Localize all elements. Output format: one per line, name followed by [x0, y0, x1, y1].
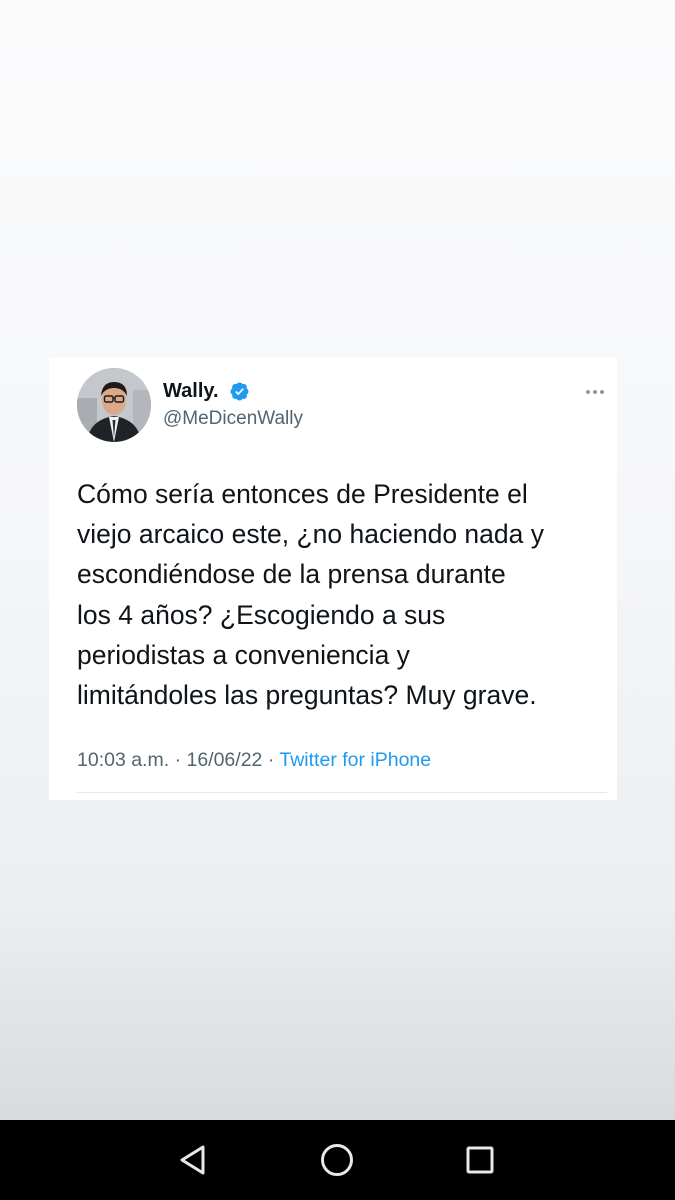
tweet-text-line: Cómo sería entonces de Presidente el — [77, 479, 528, 509]
back-button[interactable] — [171, 1138, 215, 1182]
recent-apps-button[interactable] — [458, 1138, 502, 1182]
tweet-source-link[interactable]: Twitter for iPhone — [279, 749, 431, 771]
more-options-icon-dot — [600, 390, 604, 394]
tweet-text-line: los 4 años? ¿Escogiendo a sus — [77, 599, 446, 630]
tweet-meta: 10:03 a.m. · 16/06/22 · Twitter for iPho… — [77, 748, 431, 772]
tweet-text-line: escondiéndose de la prensa durante — [77, 559, 506, 590]
avatar[interactable] — [77, 368, 151, 442]
meta-separator: · — [174, 749, 182, 771]
verified-badge-icon — [230, 382, 249, 401]
display-name[interactable]: Wally. — [163, 380, 219, 402]
tweet-text-line: viejo arcaico este, ¿no haciendo nada y — [77, 519, 544, 550]
more-options-button[interactable] — [579, 382, 611, 402]
tweet-text-line: periodistas a conveniencia y — [77, 639, 410, 670]
home-circle-icon — [321, 1144, 353, 1176]
more-options-icon-dot — [593, 390, 597, 394]
tweet-text: Cómo sería entonces de Presidente el vie… — [77, 474, 612, 715]
meta-separator: · — [267, 749, 275, 771]
user-handle[interactable]: @MeDicenWally — [163, 408, 303, 430]
screenshot-background: Wally. @MeDicenWally Cómo sería entonces… — [0, 0, 675, 1120]
divider — [77, 792, 607, 793]
tweet-date[interactable]: 16/06/22 — [186, 749, 262, 771]
tweet-text-line: limitándoles las preguntas? Muy grave. — [77, 680, 537, 711]
recent-apps-square-icon — [466, 1146, 494, 1174]
more-options-icon — [586, 390, 590, 394]
android-navigation-bar — [0, 1120, 675, 1200]
tweet-card[interactable]: Wally. @MeDicenWally Cómo sería entonces… — [49, 358, 617, 800]
home-button[interactable] — [315, 1138, 359, 1182]
back-triangle-icon — [180, 1145, 205, 1175]
tweet-time[interactable]: 10:03 a.m. — [77, 749, 169, 771]
